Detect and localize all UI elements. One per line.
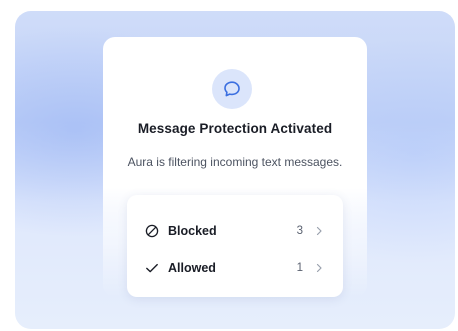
message-icon-badge xyxy=(212,69,252,109)
blocked-icon xyxy=(145,224,159,238)
filter-count: 3 xyxy=(296,225,303,237)
filter-label: Allowed xyxy=(168,261,216,275)
filter-label: Blocked xyxy=(168,224,217,238)
chevron-right-icon xyxy=(316,226,322,236)
filter-list: Blocked 3 Allowed 1 xyxy=(127,195,343,297)
filter-row-blocked[interactable]: Blocked 3 xyxy=(127,213,343,249)
dialog-subtitle: Aura is filtering incoming text messages… xyxy=(127,155,343,169)
filter-row-allowed[interactable]: Allowed 1 xyxy=(127,250,343,286)
chevron-right-icon xyxy=(316,263,322,273)
chat-bubble-icon xyxy=(224,81,240,97)
filter-count: 1 xyxy=(296,262,303,274)
dialog-title: Message Protection Activated xyxy=(137,121,333,136)
check-icon xyxy=(146,263,158,273)
